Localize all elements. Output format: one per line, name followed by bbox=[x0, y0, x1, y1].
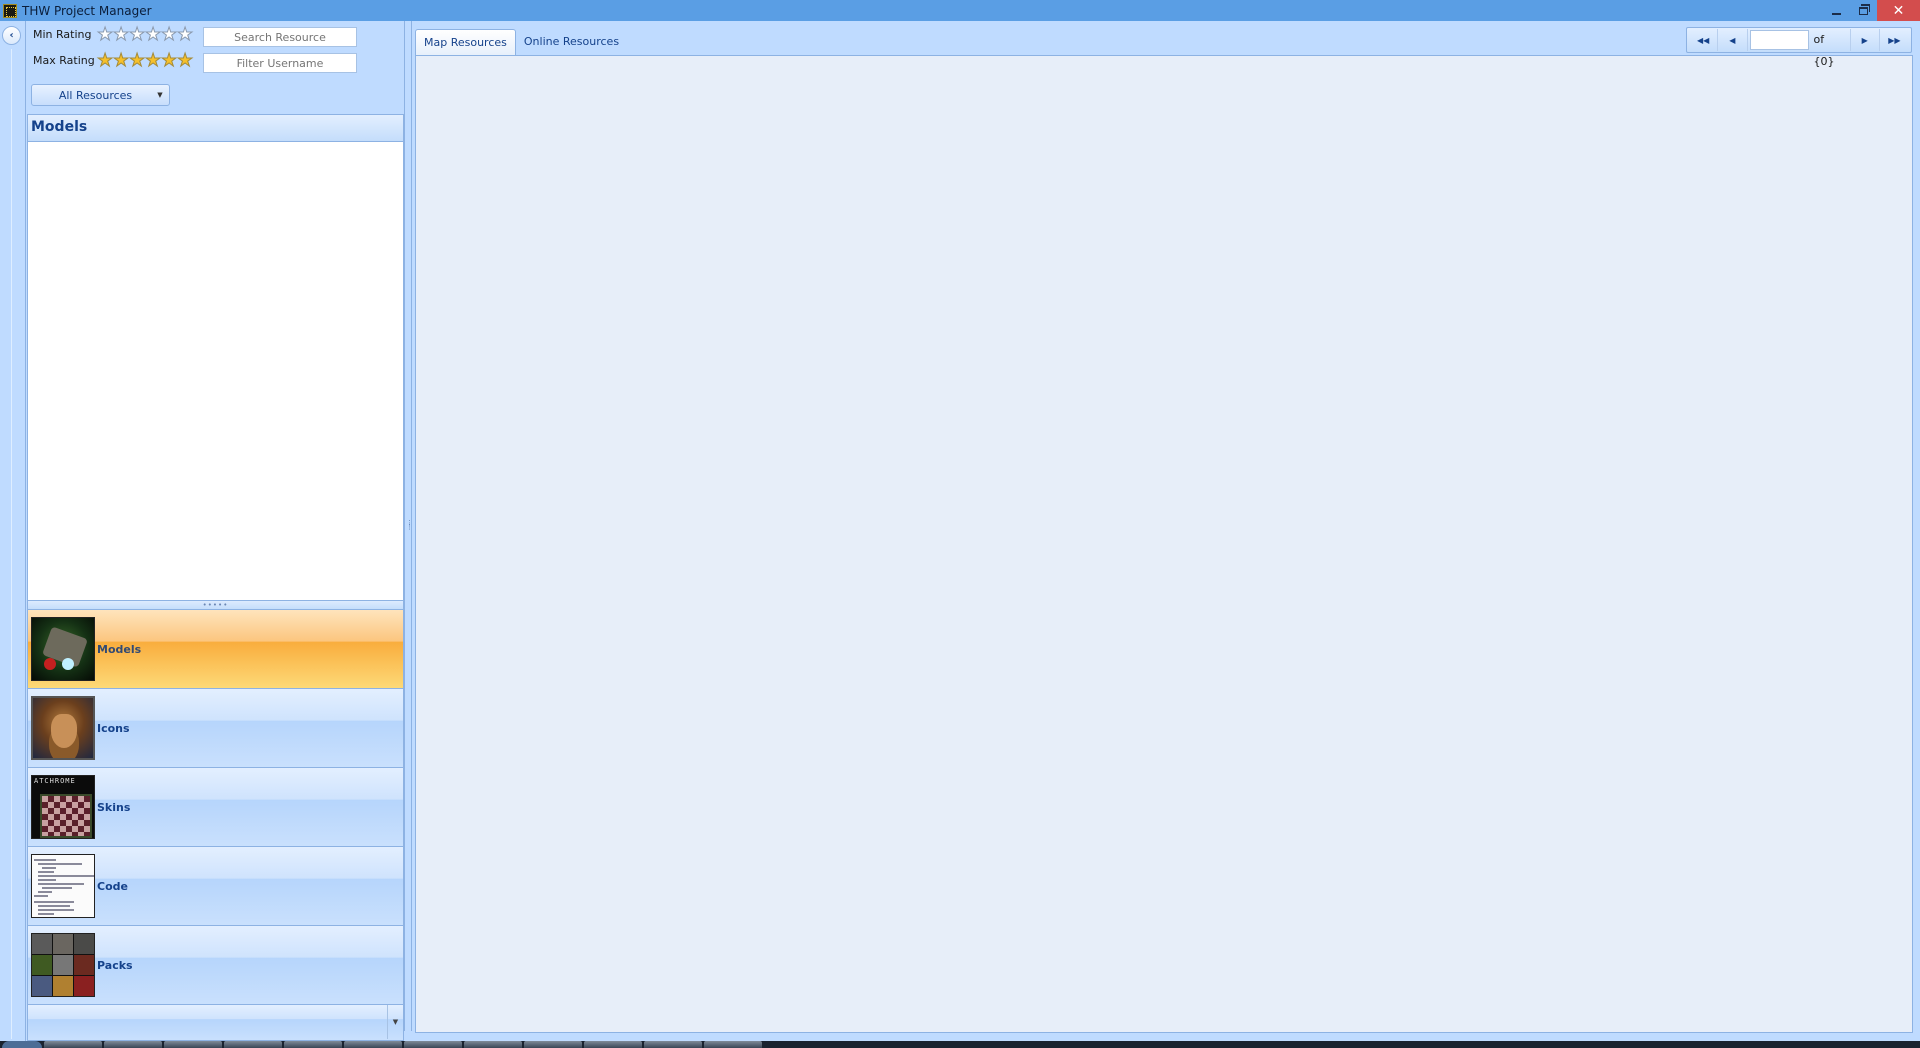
tab-bar: Map Resources Online Resources bbox=[415, 29, 627, 56]
previous-page-button[interactable]: ◀ bbox=[1718, 29, 1748, 51]
double-chevron-left-icon: ◀◀ bbox=[1696, 35, 1710, 45]
nav-item-label: Skins bbox=[97, 800, 131, 814]
minimize-icon bbox=[1832, 12, 1841, 15]
taskbar-item[interactable] bbox=[44, 1041, 102, 1048]
skins-thumbnail bbox=[31, 775, 95, 839]
models-thumbnail bbox=[31, 617, 95, 681]
nav-item-packs[interactable]: Packs bbox=[27, 926, 404, 1005]
title-bar: THW Project Manager ✕ bbox=[0, 0, 1920, 21]
taskbar-item[interactable] bbox=[704, 1041, 762, 1048]
nav-overflow-button[interactable]: ▼ bbox=[387, 1005, 403, 1039]
restore-button[interactable] bbox=[1850, 0, 1877, 21]
star-icon[interactable]: ★ bbox=[145, 51, 162, 70]
star-icon[interactable]: ★ bbox=[113, 51, 130, 70]
panel-header: Models bbox=[27, 114, 404, 142]
taskbar-item[interactable] bbox=[284, 1041, 342, 1048]
nav-overflow-bar: ▼ bbox=[27, 1005, 404, 1041]
start-button[interactable] bbox=[2, 1041, 42, 1048]
nav-item-skins[interactable]: Skins bbox=[27, 768, 404, 847]
nav-item-models[interactable]: Models bbox=[27, 610, 404, 689]
last-page-button[interactable]: ▶▶ bbox=[1880, 29, 1909, 51]
chevron-left-icon: ‹ bbox=[9, 30, 14, 41]
star-icon[interactable]: ★ bbox=[97, 25, 114, 44]
nav-item-label: Icons bbox=[97, 721, 130, 735]
star-icon[interactable]: ★ bbox=[161, 25, 178, 44]
min-rating-stars[interactable]: ★ ★ ★ ★ ★ ★ bbox=[97, 25, 194, 44]
chevron-right-icon: ▶ bbox=[1861, 35, 1868, 45]
chevron-left-icon: ◀ bbox=[1729, 35, 1736, 45]
os-taskbar bbox=[0, 1041, 1920, 1048]
collapse-sidebar-button[interactable]: ‹ bbox=[2, 26, 21, 45]
taskbar-item[interactable] bbox=[644, 1041, 702, 1048]
app-icon bbox=[3, 3, 17, 18]
resource-category-dropdown[interactable]: All Resources ▼ bbox=[31, 84, 170, 106]
taskbar-item[interactable] bbox=[464, 1041, 522, 1048]
taskbar-item[interactable] bbox=[584, 1041, 642, 1048]
pager: ◀◀ ◀ of {0} ▶ ▶▶ bbox=[1686, 27, 1912, 68]
star-icon[interactable]: ★ bbox=[129, 51, 146, 70]
tab-map-resources[interactable]: Map Resources bbox=[415, 29, 516, 56]
nav-item-icons[interactable]: Icons bbox=[27, 689, 404, 768]
page-number-input[interactable] bbox=[1749, 30, 1809, 50]
min-rating-label: Min Rating bbox=[33, 28, 92, 41]
navigation-pane: Models Icons Skins Code bbox=[27, 610, 404, 1041]
double-chevron-right-icon: ▶▶ bbox=[1888, 35, 1901, 45]
max-rating-stars[interactable]: ★ ★ ★ ★ ★ ★ bbox=[97, 51, 194, 70]
dropdown-selected-value: All Resources bbox=[58, 88, 133, 102]
models-list[interactable] bbox=[27, 142, 404, 600]
restore-icon bbox=[1859, 3, 1870, 15]
packs-thumbnail bbox=[31, 933, 95, 997]
vertical-splitter[interactable]: ⋮ ⋮ bbox=[404, 21, 413, 1031]
nav-item-code[interactable]: Code bbox=[27, 847, 404, 926]
collapse-strip-line bbox=[11, 49, 12, 1039]
star-icon[interactable]: ★ bbox=[161, 51, 178, 70]
taskbar-item[interactable] bbox=[524, 1041, 582, 1048]
taskbar-item[interactable] bbox=[344, 1041, 402, 1048]
star-icon[interactable]: ★ bbox=[113, 25, 130, 44]
window-title: THW Project Manager bbox=[22, 3, 152, 18]
filter-username-input[interactable] bbox=[203, 53, 357, 73]
next-page-button[interactable]: ▶ bbox=[1851, 29, 1880, 51]
star-icon[interactable]: ★ bbox=[145, 25, 162, 44]
star-icon[interactable]: ★ bbox=[129, 25, 146, 44]
close-button[interactable]: ✕ bbox=[1877, 0, 1920, 21]
minimize-button[interactable] bbox=[1823, 0, 1850, 21]
splitter-grip-icon: ⋮ ⋮ bbox=[406, 519, 413, 531]
tab-content-area bbox=[415, 55, 1913, 1033]
chevron-down-icon: ▼ bbox=[157, 91, 163, 99]
icons-thumbnail bbox=[31, 696, 95, 760]
page-count-label: of {0} bbox=[1811, 29, 1851, 68]
star-icon[interactable]: ★ bbox=[177, 25, 194, 44]
taskbar-item[interactable] bbox=[404, 1041, 462, 1048]
nav-item-label: Models bbox=[97, 642, 142, 656]
taskbar-item[interactable] bbox=[224, 1041, 282, 1048]
star-icon[interactable]: ★ bbox=[177, 51, 194, 70]
first-page-button[interactable]: ◀◀ bbox=[1689, 29, 1719, 51]
sidebar-collapse-strip: ‹ bbox=[0, 21, 26, 1048]
panel-splitter-handle[interactable]: ••••• bbox=[27, 600, 404, 610]
window-controls: ✕ bbox=[1823, 0, 1920, 21]
taskbar-item[interactable] bbox=[104, 1041, 162, 1048]
filter-panel: Min Rating ★★★★★★ Max Rating ★★★★★★ All … bbox=[27, 21, 404, 113]
chevron-down-icon: ▼ bbox=[392, 1018, 399, 1026]
close-icon: ✕ bbox=[1892, 2, 1905, 19]
star-icon[interactable]: ★ bbox=[97, 51, 114, 70]
tab-online-resources[interactable]: Online Resources bbox=[516, 29, 627, 56]
code-thumbnail bbox=[31, 854, 95, 918]
nav-item-label: Packs bbox=[97, 958, 133, 972]
search-resource-input[interactable] bbox=[203, 27, 357, 47]
max-rating-label: Max Rating bbox=[33, 54, 95, 67]
taskbar-item[interactable] bbox=[164, 1041, 222, 1048]
nav-item-label: Code bbox=[97, 879, 128, 893]
